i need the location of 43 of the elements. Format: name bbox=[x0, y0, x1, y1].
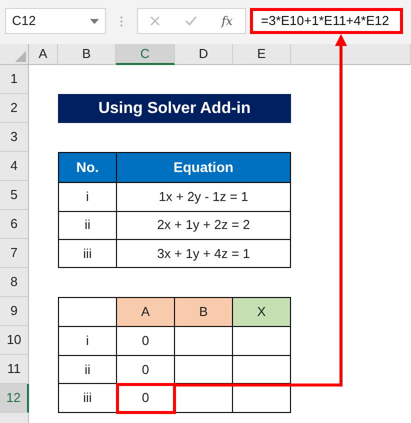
column-header[interactable]: D bbox=[175, 44, 233, 65]
column-heading: B bbox=[174, 298, 232, 326]
row-header[interactable]: 4 bbox=[0, 152, 29, 181]
row-header[interactable]: 12 bbox=[0, 384, 29, 413]
table-cell: 0 bbox=[116, 384, 174, 412]
table-cell: 1x + 2y - 1z = 1 bbox=[116, 182, 290, 212]
table-cell: 3x + 1y + 4z = 1 bbox=[116, 239, 290, 268]
row-header[interactable]: 7 bbox=[0, 239, 29, 268]
name-box[interactable]: C12 bbox=[5, 8, 106, 34]
column-header[interactable]: E bbox=[233, 44, 291, 65]
column-heading: A bbox=[116, 298, 174, 326]
select-all-icon[interactable] bbox=[15, 51, 26, 62]
table-cell: iii bbox=[58, 384, 116, 412]
column-header[interactable]: B bbox=[58, 44, 116, 65]
row-header[interactable]: 2 bbox=[0, 94, 29, 123]
header-bar bbox=[0, 413, 29, 423]
column-header[interactable]: A bbox=[29, 44, 58, 65]
grip-icon bbox=[120, 16, 123, 26]
row-header[interactable]: 5 bbox=[0, 181, 29, 210]
table-cell: 0 bbox=[116, 326, 174, 355]
row-header[interactable]: 1 bbox=[0, 65, 29, 94]
column-heading: Equation bbox=[116, 152, 290, 183]
dropdown-icon[interactable] bbox=[90, 18, 99, 24]
table-cell: ii bbox=[58, 211, 116, 240]
column-heading: No. bbox=[58, 152, 116, 183]
table-cell: i bbox=[58, 326, 116, 355]
table-cell: i bbox=[58, 182, 116, 212]
column-heading: X bbox=[232, 298, 290, 326]
row-header[interactable]: 10 bbox=[0, 326, 29, 355]
title-banner: Using Solver Add-in bbox=[58, 94, 291, 123]
row-header[interactable]: 6 bbox=[0, 210, 29, 239]
row-header[interactable]: 9 bbox=[0, 297, 29, 326]
formula-field[interactable]: =3*E10+1*E11+4*E12 bbox=[250, 8, 403, 34]
row-header[interactable]: 11 bbox=[0, 355, 29, 384]
insert-function-button[interactable]: fx bbox=[221, 12, 233, 30]
table-cell: 2x + 1y + 2z = 2 bbox=[116, 211, 290, 240]
cancel-icon[interactable] bbox=[150, 16, 160, 26]
column-header[interactable]: C bbox=[116, 44, 175, 65]
row-header[interactable]: 8 bbox=[0, 268, 29, 297]
table-cell: iii bbox=[58, 239, 116, 268]
table-cell: ii bbox=[58, 355, 116, 384]
check-icon[interactable] bbox=[184, 16, 197, 26]
row-header[interactable]: 3 bbox=[0, 123, 29, 152]
